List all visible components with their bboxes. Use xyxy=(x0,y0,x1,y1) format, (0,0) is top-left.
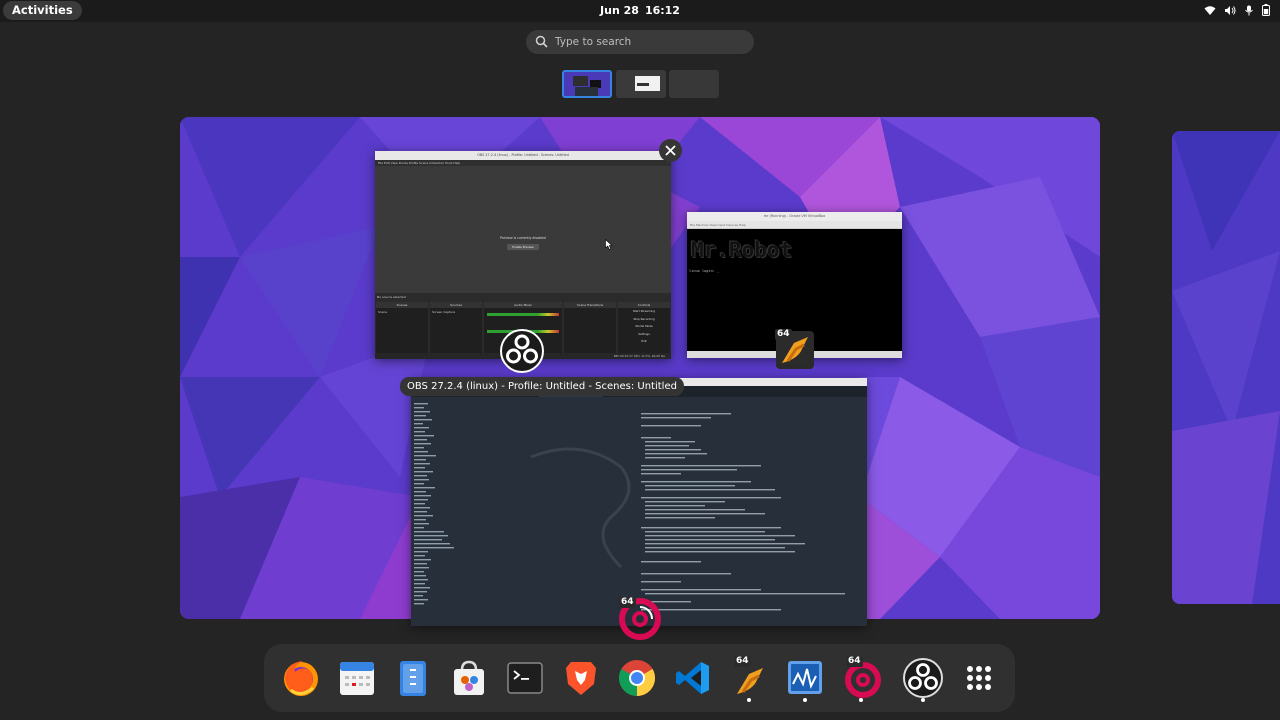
workspace-thumbnail-2[interactable] xyxy=(616,70,666,98)
dock-item-obs[interactable] xyxy=(901,656,945,700)
vm-login-prompt: linux login: _ xyxy=(689,269,720,273)
arch-badge: 64 xyxy=(775,329,792,340)
dock-item-virtualbox[interactable]: 64 xyxy=(727,656,771,700)
audio-meter xyxy=(487,313,559,316)
clock-date: Jun 28 xyxy=(600,4,639,17)
obs-controls-list: Start Streaming Stop Recording Studio Mo… xyxy=(618,308,670,346)
terminal-output xyxy=(414,403,845,611)
close-icon xyxy=(665,145,676,156)
running-indicator xyxy=(803,698,807,702)
workspace-thumbnail-1[interactable] xyxy=(562,70,612,98)
obs-no-source-label: No source selected xyxy=(377,295,406,299)
dock-item-software[interactable] xyxy=(447,656,491,700)
arch-badge: 64 xyxy=(619,597,636,608)
firefox-icon xyxy=(284,661,318,696)
source-item: Screen Capture xyxy=(432,310,456,314)
terminal-content: kali@kali: ~/Desktop/Tools/nikto kali@ka… xyxy=(411,386,867,626)
running-indicator xyxy=(921,698,925,702)
gnome-overview: Activities Jun 28 16:12 Type to search O… xyxy=(0,0,1280,720)
battery-icon xyxy=(1262,4,1270,16)
arch-badge: 64 xyxy=(846,656,863,667)
dock-item-brave[interactable] xyxy=(559,656,603,700)
workspace-thumbnail-3[interactable] xyxy=(669,70,719,98)
next-workspace-preview[interactable] xyxy=(1172,131,1280,604)
debian-app-badge: 64 xyxy=(618,597,662,641)
search-entry[interactable]: Type to search xyxy=(526,30,754,54)
dock-item-system-monitor[interactable] xyxy=(783,656,827,700)
obs-app-icon xyxy=(500,329,544,373)
wallpaper xyxy=(1172,131,1280,604)
obs-dock-controls: Controls Start Streaming Stop Recording … xyxy=(618,302,670,354)
calendar-icon xyxy=(340,662,374,695)
terminal-icon xyxy=(507,662,543,694)
window-title: mr (Running) - Oracle VM VirtualBox xyxy=(687,212,902,221)
terminal-window-preview[interactable]: kali@kali: ~/Desktop/Tools/nikto kali@ka… xyxy=(411,378,867,626)
clock[interactable]: Jun 28 16:12 xyxy=(0,4,1280,17)
scene-item: Scene xyxy=(378,310,388,314)
obs-dock-scenes: Scenes Scene xyxy=(376,302,428,354)
software-icon xyxy=(454,660,484,695)
settings-button: Settings xyxy=(638,331,650,336)
mouse-cursor-icon xyxy=(605,239,613,250)
dock-header: Scene Transitions xyxy=(564,302,616,308)
dock-item-files[interactable] xyxy=(391,656,435,700)
files-icon xyxy=(400,661,426,696)
top-bar: Activities Jun 28 16:12 xyxy=(0,0,1280,22)
exit-button: Exit xyxy=(641,339,647,343)
show-applications-button[interactable] xyxy=(957,656,1001,700)
privacy-icon xyxy=(1245,5,1253,15)
search-icon xyxy=(535,35,548,48)
window-title-tooltip: OBS 27.2.4 (linux) - Profile: Untitled -… xyxy=(400,377,684,396)
system-monitor-icon xyxy=(788,661,822,694)
brave-icon xyxy=(566,662,596,695)
arch-badge: 64 xyxy=(734,656,751,667)
start-streaming-button: Start Streaming xyxy=(632,309,656,313)
vm-banner: Mr.Robot xyxy=(691,238,793,262)
obs-window-preview[interactable]: OBS 27.2.4 (linux) - Profile: Untitled -… xyxy=(375,151,671,359)
dock-header: Audio Mixer xyxy=(484,302,562,308)
obs-preview-area: Preview is currently disabled Enable Pre… xyxy=(375,166,671,293)
wifi-icon xyxy=(1204,5,1216,15)
dash: 64 64 xyxy=(264,644,1015,712)
volume-icon xyxy=(1225,5,1236,15)
enable-preview-button: Enable Preview xyxy=(507,244,539,250)
workspace-thumbnail-preview xyxy=(616,70,666,98)
dock-item-debian[interactable]: 64 xyxy=(839,656,883,700)
clock-time: 16:12 xyxy=(644,4,680,17)
obs-dock-scene-transitions: Scene Transitions xyxy=(564,302,616,354)
running-indicator xyxy=(859,698,863,702)
obs-preview-text: Preview is currently disabled xyxy=(500,236,546,240)
vscode-icon xyxy=(676,662,709,694)
workspace-thumbnail-preview xyxy=(564,72,610,96)
close-window-button[interactable] xyxy=(659,139,682,162)
system-tray[interactable] xyxy=(1204,4,1270,16)
dock-item-vscode[interactable] xyxy=(671,656,715,700)
app-grid-icon xyxy=(967,666,991,690)
stop-recording-button: Stop Recording xyxy=(633,316,655,321)
virtualbox-menubar: File Machine View Input Devices Help xyxy=(687,221,902,229)
dock-item-firefox[interactable] xyxy=(279,656,323,700)
studio-mode-button: Studio Mode xyxy=(635,324,653,328)
obs-icon xyxy=(903,658,943,698)
dock-item-chrome[interactable] xyxy=(615,656,659,700)
virtualbox-app-badge: 64 xyxy=(772,327,816,371)
dock-item-terminal[interactable] xyxy=(503,656,547,700)
running-indicator xyxy=(747,698,751,702)
window-title: OBS 27.2.4 (linux) - Profile: Untitled -… xyxy=(375,151,671,160)
dock-item-calendar[interactable] xyxy=(335,656,379,700)
search-placeholder: Type to search xyxy=(555,36,632,48)
chrome-icon xyxy=(618,660,656,696)
obs-dock-sources: Sources Screen Capture xyxy=(430,302,482,354)
